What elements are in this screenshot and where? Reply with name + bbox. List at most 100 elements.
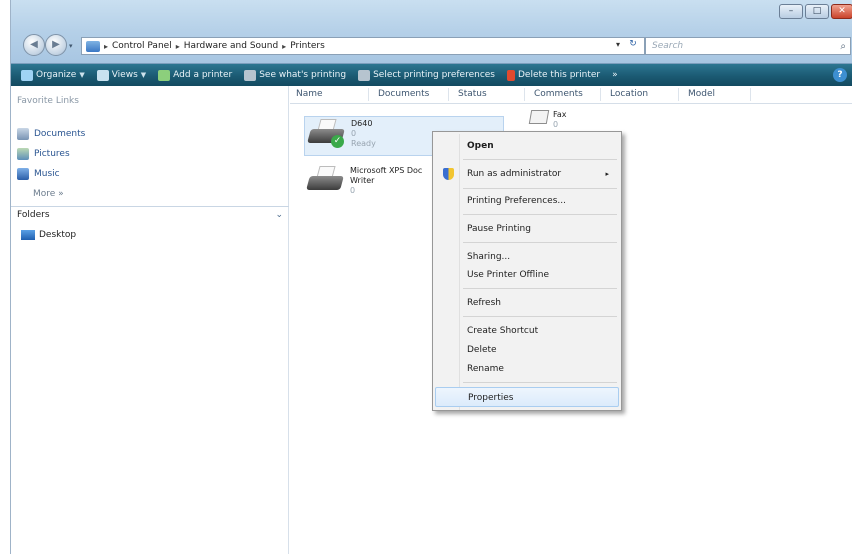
printer-queue-icon <box>244 69 257 81</box>
column-header-name[interactable]: Name <box>296 89 323 99</box>
menu-item-use-printer-offline[interactable]: Use Printer Offline <box>435 265 619 285</box>
recent-pages-dropdown[interactable]: ▾ <box>69 42 73 50</box>
music-icon <box>17 168 29 180</box>
more-links-button[interactable]: More » <box>33 189 64 199</box>
chevron-down-icon: ⌄ <box>275 210 283 220</box>
organize-button[interactable]: Organize ▼ <box>15 69 91 81</box>
chevron-down-icon: ▼ <box>140 71 147 79</box>
column-headers: Name Documents Status Comments Location … <box>290 86 852 104</box>
folders-toggle[interactable]: Folders ⌄ <box>11 206 289 224</box>
breadcrumb-hardware-and-sound[interactable]: Hardware and Sound <box>184 41 278 51</box>
printer-name-line2: Writer <box>350 176 375 185</box>
printer-document-count: 0 <box>350 186 356 195</box>
menu-separator <box>463 316 617 317</box>
column-divider[interactable] <box>600 88 601 101</box>
see-whats-printing-button[interactable]: See what's printing <box>238 69 352 81</box>
menu-separator <box>463 288 617 289</box>
add-printer-label: Add a printer <box>173 70 233 80</box>
column-header-location[interactable]: Location <box>610 89 648 99</box>
favorite-link-music[interactable]: Music <box>17 168 60 180</box>
column-divider[interactable] <box>524 88 525 101</box>
breadcrumb-separator: ▸ <box>104 41 109 51</box>
favorite-link-label: Music <box>34 169 60 179</box>
menu-item-refresh[interactable]: Refresh <box>435 293 619 313</box>
menu-item-printing-preferences[interactable]: Printing Preferences... <box>435 191 619 211</box>
search-input[interactable]: Search ⌕ <box>645 37 851 55</box>
submenu-arrow-icon: ▸ <box>605 170 609 178</box>
views-button[interactable]: Views ▼ <box>91 69 152 81</box>
printer-icon: ✓ <box>307 119 345 148</box>
fax-document-count: 0 <box>553 120 559 129</box>
column-divider[interactable] <box>678 88 679 101</box>
back-button[interactable]: ◀ <box>23 34 45 56</box>
organize-icon <box>21 69 33 81</box>
uac-shield-icon <box>443 168 454 180</box>
search-icon[interactable]: ⌕ <box>840 39 846 55</box>
breadcrumb-control-panel[interactable]: Control Panel <box>112 41 172 51</box>
printer-document-count: 0 <box>351 129 357 138</box>
menu-item-create-shortcut[interactable]: Create Shortcut <box>435 321 619 341</box>
context-menu: Open Run as administrator ▸ Printing Pre… <box>432 131 622 411</box>
maximize-button[interactable]: □ <box>805 4 829 19</box>
tree-item-desktop[interactable]: Desktop <box>21 230 76 240</box>
printer-icon <box>306 166 344 194</box>
select-printing-preferences-button[interactable]: Select printing preferences <box>352 69 501 81</box>
column-divider[interactable] <box>750 88 751 101</box>
close-button[interactable]: ✕ <box>831 4 852 19</box>
organize-label: Organize <box>36 70 77 80</box>
menu-item-sharing[interactable]: Sharing... <box>435 247 619 267</box>
pictures-icon <box>17 148 29 160</box>
help-icon[interactable]: ? <box>833 68 847 82</box>
menu-item-label: Run as administrator <box>467 169 562 179</box>
column-divider[interactable] <box>368 88 369 101</box>
menu-item-properties[interactable]: Properties <box>435 387 619 407</box>
minimize-button[interactable]: – <box>779 4 803 19</box>
menu-separator <box>463 188 617 189</box>
address-bar[interactable]: ▸ Control Panel ▸ Hardware and Sound ▸ P… <box>81 37 645 55</box>
breadcrumb-separator[interactable]: ▸ <box>282 42 286 51</box>
menu-item-rename[interactable]: Rename <box>435 359 619 379</box>
column-divider[interactable] <box>448 88 449 101</box>
navigation-pane: Favorite Links Documents Pictures Music … <box>11 86 289 554</box>
menu-item-pause-printing[interactable]: Pause Printing <box>435 219 619 239</box>
printer-preferences-icon <box>358 69 371 81</box>
see-whats-printing-label: See what's printing <box>259 70 347 80</box>
favorite-link-pictures[interactable]: Pictures <box>17 148 70 160</box>
documents-icon <box>17 128 29 140</box>
menu-separator <box>463 159 617 160</box>
explorer-window: – □ ✕ ◀ ▶ ▾ ▸ Control Panel ▸ Hardware a… <box>10 0 852 554</box>
column-header-status[interactable]: Status <box>458 89 487 99</box>
add-printer-icon <box>158 69 171 81</box>
delete-printer-button[interactable]: Delete this printer <box>501 69 606 81</box>
refresh-icon[interactable]: ↻ <box>623 39 643 53</box>
menu-item-open[interactable]: Open <box>435 136 619 156</box>
fax-name: Fax <box>553 110 567 119</box>
menu-separator <box>463 242 617 243</box>
views-icon <box>96 69 109 81</box>
column-header-documents[interactable]: Documents <box>378 89 429 99</box>
add-printer-button[interactable]: Add a printer <box>152 69 238 81</box>
address-dropdown-icon[interactable]: ▾ <box>616 40 620 49</box>
more-commands-button[interactable]: » <box>606 70 624 80</box>
forward-button[interactable]: ▶ <box>45 34 67 56</box>
favorite-link-documents[interactable]: Documents <box>17 128 85 140</box>
column-header-model[interactable]: Model <box>688 89 715 99</box>
favorite-links-heading: Favorite Links <box>17 96 79 106</box>
title-bar: – □ ✕ ◀ ▶ ▾ ▸ Control Panel ▸ Hardware a… <box>11 0 852 64</box>
menu-item-run-as-administrator[interactable]: Run as administrator ▸ <box>435 164 619 184</box>
printer-details: D640 0 Ready <box>351 119 376 153</box>
chevron-down-icon: ▼ <box>79 71 85 79</box>
search-placeholder: Search <box>652 41 684 51</box>
printer-status: Ready <box>351 139 376 148</box>
breadcrumb-separator[interactable]: ▸ <box>176 42 180 51</box>
favorite-link-label: Documents <box>34 129 86 139</box>
views-label: Views <box>111 70 138 80</box>
select-printing-preferences-label: Select printing preferences <box>373 70 495 80</box>
printer-details: Microsoft XPS Doc Writer 0 <box>350 166 422 206</box>
column-header-comments[interactable]: Comments <box>534 89 583 99</box>
favorite-link-label: Pictures <box>34 149 70 159</box>
menu-item-delete[interactable]: Delete <box>435 340 619 360</box>
breadcrumb-printers[interactable]: Printers <box>290 41 325 51</box>
desktop-icon <box>21 230 35 240</box>
fax-item[interactable]: Fax 0 <box>528 110 567 130</box>
